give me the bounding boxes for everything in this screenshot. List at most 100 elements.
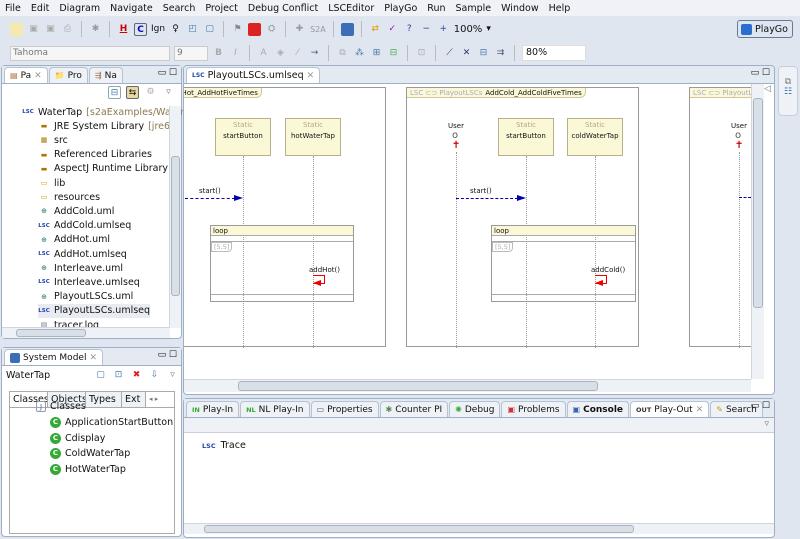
close-icon[interactable]: ✕	[34, 71, 42, 81]
arrange-icon[interactable]: ⁂	[353, 47, 366, 60]
line-icon[interactable]: ⟋	[443, 47, 456, 60]
tab-nl-play-in[interactable]: NL NL Play-In	[240, 401, 310, 417]
tree-item[interactable]: ▭ lib	[38, 176, 66, 190]
user-icon[interactable]: ♀	[169, 23, 182, 36]
tree-item[interactable]: ⊕ AddHot.uml	[38, 233, 110, 247]
tab-scroll-arrows[interactable]: ◂ ▸	[146, 392, 158, 407]
font-color-icon[interactable]: A	[257, 47, 270, 60]
lifeline-head[interactable]: Static hotWaterTap	[285, 118, 341, 156]
menu-edit[interactable]: Edit	[26, 3, 54, 14]
cross-icon[interactable]: ✕	[460, 47, 473, 60]
fill-color-icon[interactable]: ◈	[274, 47, 287, 60]
tab-problems[interactable]: ▣ Problems	[501, 401, 566, 417]
diagram-canvas[interactable]: AddHot_AddHotFiveTimesStaticstartButtonS…	[184, 84, 751, 379]
zoom-dropdown-icon[interactable]: ▾	[486, 24, 491, 34]
tab-play-in[interactable]: IN Play-In	[186, 401, 240, 417]
grid-icon[interactable]	[340, 22, 354, 36]
tab-playoutlscs[interactable]: LSC PlayoutLSCs.umlseq ✕	[186, 67, 321, 83]
class-item[interactable]: C HotWaterTap	[50, 463, 126, 475]
lsc-new-icon[interactable]: ◰	[186, 23, 199, 36]
window-icon[interactable]: ▢	[203, 23, 216, 36]
italic-icon[interactable]: I	[229, 47, 242, 60]
palette-toggle-icon[interactable]: ◁	[764, 84, 774, 104]
message-arrow[interactable]	[185, 198, 235, 199]
console-horizontal-scrollbar[interactable]	[184, 523, 774, 534]
lsc-frame[interactable]: AddHot_AddHotFiveTimesStaticstartButtonS…	[184, 87, 386, 348]
check-icon[interactable]: ✓	[386, 23, 399, 36]
tree-item[interactable]: LSC PlayoutLSCs.umlseq	[38, 303, 151, 318]
user-actor-icon[interactable]: o ✝	[452, 131, 460, 151]
tab-ext[interactable]: Ext	[122, 392, 146, 407]
font-size-select[interactable]: 9	[174, 45, 208, 61]
layout-icon[interactable]: ⊟	[387, 47, 400, 60]
editor-horizontal-scrollbar[interactable]	[184, 379, 751, 392]
copy-format-icon[interactable]: ⧉	[336, 47, 349, 60]
collapse-all-icon[interactable]: ⊟	[108, 86, 121, 99]
line-color-icon[interactable]: ⁄	[291, 47, 304, 60]
menu-file[interactable]: File	[0, 3, 26, 14]
menu-sample[interactable]: Sample	[451, 3, 497, 14]
lifeline-head[interactable]: Static coldWaterTap	[567, 118, 623, 156]
tree-item[interactable]: LSC AddHot.umlseq	[38, 247, 127, 261]
h-button[interactable]: H	[117, 23, 130, 36]
tree-item[interactable]: ▬ JRE System Library [jre6]	[38, 119, 174, 133]
minimize-maximize[interactable]: ▭ ☐	[751, 68, 770, 78]
route-icon[interactable]: ⇉	[494, 47, 507, 60]
new-icon[interactable]	[10, 22, 23, 36]
close-icon[interactable]: ✕	[696, 405, 704, 415]
explorer-horizontal-scrollbar[interactable]	[2, 327, 170, 338]
tree-item[interactable]: ▬ Referenced Libraries	[38, 148, 152, 162]
delete-icon[interactable]: ✖	[130, 369, 143, 382]
menu-search[interactable]: Search	[158, 3, 201, 14]
s2a-button[interactable]: S2A	[310, 25, 326, 34]
tab-na[interactable]: ⇶ Na	[88, 67, 123, 83]
stop-icon[interactable]	[248, 22, 262, 36]
debug-icon[interactable]: ⛭	[265, 23, 278, 36]
tree-item[interactable]: ⊕ PlayoutLSCs.uml	[38, 290, 133, 304]
import-icon[interactable]: ⇩	[148, 369, 161, 382]
menu-debug-conflict[interactable]: Debug Conflict	[243, 3, 323, 14]
filter-icon[interactable]: ⚙	[144, 86, 157, 99]
lifeline-head[interactable]: Static startButton	[498, 118, 554, 156]
tab-properties[interactable]: ▭ Properties	[310, 401, 379, 417]
bold-icon[interactable]: B	[212, 47, 225, 60]
class-item[interactable]: C ColdWaterTap	[50, 448, 130, 459]
minimize-maximize[interactable]: ▭ ☐	[158, 350, 177, 360]
lsc-frame[interactable]: LSC ⊂⊃ PlayoutLSC Usero✝	[689, 87, 751, 348]
run-icon[interactable]: ⚑	[231, 23, 244, 36]
close-icon[interactable]: ✕	[307, 71, 315, 81]
tree-item[interactable]: LSC AddCold.umlseq	[38, 219, 131, 233]
new-class-icon[interactable]: ▢	[94, 369, 107, 382]
editor-vertical-scrollbar[interactable]	[751, 84, 764, 379]
tab-types[interactable]: Types	[86, 392, 122, 407]
view-menu-icon[interactable]: ▿	[162, 86, 175, 99]
tree-item[interactable]: ⊕ Interleave.uml	[38, 261, 123, 275]
align-icon[interactable]: ⊞	[370, 47, 383, 60]
ign-button[interactable]: Ign	[151, 24, 165, 34]
class-item[interactable]: C ApplicationStartButton	[50, 417, 173, 428]
tree-item[interactable]: LSC Interleave.umlseq	[38, 275, 140, 289]
tab-play-out[interactable]: OUT Play-Out ✕	[630, 401, 710, 417]
new-object-icon[interactable]: ⊡	[112, 369, 125, 382]
tab-pa[interactable]: ▤ Pa ✕	[4, 67, 48, 83]
view-menu-icon[interactable]: ▿	[764, 419, 769, 429]
tree-item[interactable]: ▬ AspectJ Runtime Library	[38, 162, 168, 176]
sync-icon[interactable]: ⇄	[369, 23, 382, 36]
menu-navigate[interactable]: Navigate	[105, 3, 158, 14]
menu-window[interactable]: Window	[496, 3, 543, 14]
outline-icon[interactable]: ☷	[779, 87, 797, 97]
print-icon[interactable]: ⎙	[61, 23, 74, 36]
lifeline-head[interactable]: Static startButton	[215, 118, 271, 156]
zoom-input[interactable]: 80%	[522, 45, 586, 61]
menu-lsceditor[interactable]: LSCEditor	[323, 3, 379, 14]
menu-playgo[interactable]: PlayGo	[379, 3, 422, 14]
tab-counter-pi[interactable]: ✱ Counter PI	[379, 401, 449, 417]
save-all-icon[interactable]: ▣	[44, 23, 57, 36]
restore-icon[interactable]: ⧉	[779, 77, 797, 87]
tab-debug[interactable]: ✺ Debug	[449, 401, 501, 417]
lsc-frame[interactable]: LSC ⊂⊃ PlayoutLSCs AddCold_AddColdFiveTim…	[406, 87, 639, 348]
classes-root[interactable]: Classes	[50, 401, 86, 412]
save-icon[interactable]: ▣	[27, 23, 40, 36]
tab-console[interactable]: ▣ Console	[566, 401, 630, 417]
menu-diagram[interactable]: Diagram	[54, 3, 105, 14]
